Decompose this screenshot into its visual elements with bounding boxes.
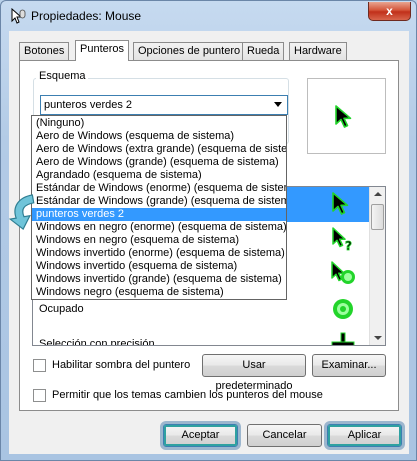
use-default-button[interactable]: Usar predeterminado <box>202 354 306 392</box>
scheme-option[interactable]: Windows invertido (enorme) (esquema de s… <box>32 247 286 260</box>
scheme-option[interactable]: Windows invertido (grande) (esquema de s… <box>32 273 286 286</box>
cursor-preview <box>307 78 386 154</box>
scheme-option[interactable]: Estándar de Windows (enorme) (esquema de… <box>32 182 286 195</box>
scheme-option[interactable]: Windows negro (esquema de sistema) <box>32 286 286 299</box>
tab-strip: Botones Punteros Opciones de puntero Rue… <box>19 40 399 61</box>
tab-opciones-de-puntero[interactable]: Opciones de puntero <box>133 42 246 60</box>
window-title: Propiedades: Mouse <box>31 9 142 23</box>
accept-button[interactable]: Aceptar <box>163 424 238 447</box>
title-bar[interactable]: Propiedades: Mouse x <box>1 1 416 31</box>
scheme-option[interactable]: Windows en negro (esquema de sistema) <box>32 234 286 247</box>
themes-label: Permitir que los temas cambien los punte… <box>52 389 323 401</box>
tab-rueda[interactable]: Rueda <box>242 42 285 60</box>
tab-botones[interactable]: Botones <box>19 42 70 60</box>
scheme-option[interactable]: Aero de Windows (esquema de sistema) <box>32 130 286 143</box>
cursor-row-label: Selección con precisión <box>39 338 155 346</box>
svg-text:?: ? <box>345 239 352 252</box>
cursor-row-label: Ocupado <box>39 303 84 315</box>
curved-arrow-icon <box>5 191 39 234</box>
scroll-down-icon[interactable] <box>374 336 382 340</box>
tab-hardware[interactable]: Hardware <box>289 42 347 60</box>
green-working-cursor-icon <box>330 261 358 292</box>
scheme-option[interactable]: Aero de Windows (extra grande) (esquema … <box>32 143 286 156</box>
cursor-list-scrollbar[interactable] <box>369 187 385 345</box>
scheme-label: Esquema <box>36 70 89 82</box>
scheme-selected-value: punteros verdes 2 <box>44 99 133 111</box>
scheme-dropdown-list[interactable]: (Ninguno) Aero de Windows (esquema de si… <box>31 115 287 300</box>
themes-checkbox[interactable] <box>33 389 46 402</box>
green-crosshair-cursor-icon <box>330 331 356 345</box>
scrollbar-thumb[interactable] <box>371 204 384 230</box>
scheme-dropdown[interactable]: punteros verdes 2 <box>40 95 288 115</box>
green-help-cursor-icon: ? <box>330 226 356 255</box>
cursor-row-precision[interactable]: Selección con precisión <box>33 327 370 346</box>
scheme-option[interactable]: (Ninguno) <box>32 117 286 130</box>
chevron-down-icon <box>274 102 282 107</box>
scroll-up-icon[interactable] <box>374 192 382 196</box>
shadow-label: Habilitar sombra del puntero <box>52 359 191 371</box>
close-button[interactable]: x <box>368 2 411 21</box>
scheme-option-selected[interactable]: punteros verdes 2 <box>32 208 286 221</box>
tab-punteros[interactable]: Punteros <box>75 40 130 61</box>
scheme-option[interactable]: Windows invertido (esquema de sistema) <box>32 260 286 273</box>
browse-button[interactable]: Examinar... <box>312 354 386 377</box>
mouse-properties-window: Propiedades: Mouse x Botones Punteros Op… <box>0 0 417 461</box>
green-arrow-cursor-icon <box>330 191 352 220</box>
close-icon: x <box>386 4 393 18</box>
shadow-checkbox[interactable] <box>33 359 46 372</box>
green-busy-cursor-icon <box>330 296 356 325</box>
scheme-option[interactable]: Estándar de Windows (grande) (esquema de… <box>32 195 286 208</box>
green-arrow-cursor-icon <box>335 105 352 128</box>
mouse-icon <box>10 7 26 24</box>
scheme-option[interactable]: Aero de Windows (grande) (esquema de sis… <box>32 156 286 169</box>
scheme-option[interactable]: Windows en negro (enorme) (esquema de si… <box>32 221 286 234</box>
cancel-button[interactable]: Cancelar <box>247 424 322 447</box>
apply-button[interactable]: Aplicar <box>327 424 402 447</box>
scheme-option[interactable]: Agrandado (esquema de sistema) <box>32 169 286 182</box>
